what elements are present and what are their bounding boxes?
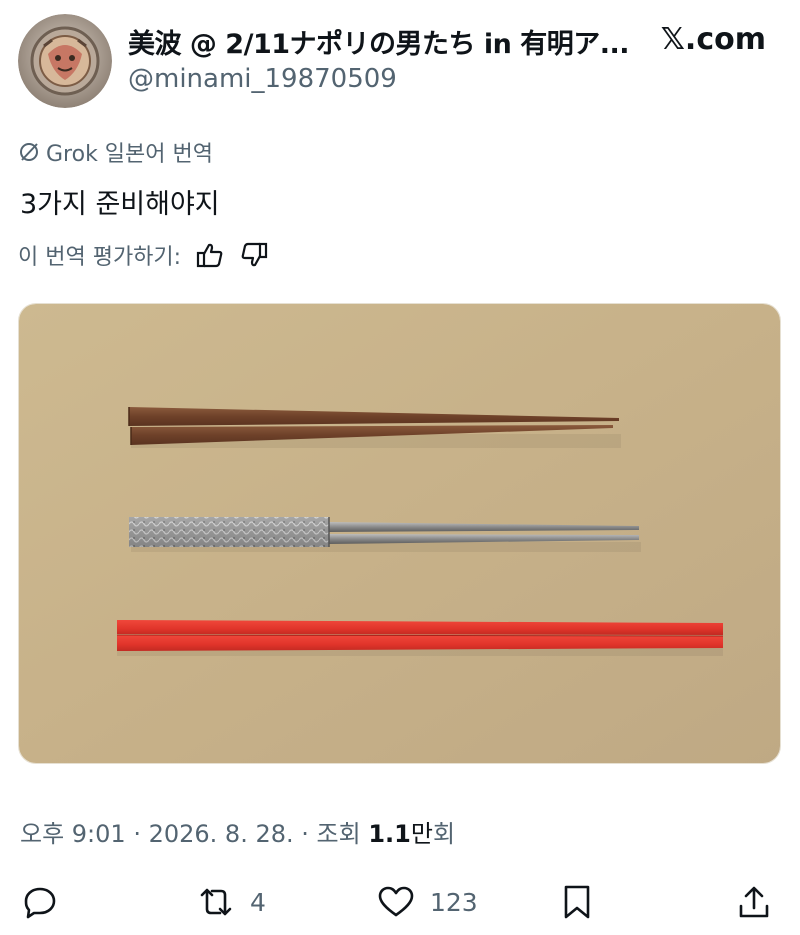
retweet-icon (200, 888, 232, 916)
bookmark-icon (564, 885, 590, 919)
like-button[interactable]: 123 (376, 876, 478, 928)
x-brand-logo: 𝕏.com (661, 22, 766, 57)
avatar-manhole-cover-icon (18, 14, 112, 108)
author-avatar[interactable] (18, 14, 112, 108)
grok-icon (20, 143, 38, 161)
views-prefix: 조회 (316, 820, 361, 848)
heart-icon (378, 886, 414, 917)
views-unit: 만 (410, 820, 433, 848)
rate-translation-row: 이 번역 평가하기: (18, 239, 269, 271)
share-button[interactable] (736, 876, 772, 928)
reply-button[interactable] (22, 876, 72, 928)
red-chopsticks (116, 620, 724, 651)
thumbs-down-button[interactable] (239, 241, 269, 269)
thumbs-up-button[interactable] (195, 241, 225, 269)
retweet-count: 4 (250, 887, 266, 917)
tweet-photo[interactable] (18, 303, 781, 764)
rate-translation-label: 이 번역 평가하기: (18, 245, 182, 270)
tweet-time[interactable]: 오후 9:01 (20, 820, 126, 848)
bookmark-button[interactable] (560, 876, 608, 928)
thumbs-down-icon (241, 242, 268, 267)
chopsticks-photo-image (19, 304, 780, 763)
views-count: 1.1 (368, 820, 411, 848)
x-brand-label: 𝕏.com (660, 22, 766, 57)
views-suffix: 회 (432, 820, 456, 848)
author-display-name[interactable]: 美波 @ 2/11ナポリの男たち in 有明ア... (128, 22, 630, 61)
retweet-button[interactable]: 4 (196, 876, 266, 928)
tweet-meta: 오후 9:01 · 2026. 8. 28. · 조회 1.1만회 (20, 820, 456, 848)
reply-icon (24, 887, 56, 919)
thumbs-up-icon (196, 243, 223, 268)
author-handle[interactable]: @minami_19870509 (128, 64, 397, 94)
translation-source: Grok 일본어 번역 (18, 136, 213, 168)
tweet-date[interactable]: 2026. 8. 28. (149, 820, 294, 848)
like-count: 123 (430, 887, 478, 917)
tweet-actions: 4 123 (0, 876, 800, 928)
tweet-text: 3가지 준비해야지 (20, 189, 220, 220)
share-icon (739, 886, 769, 918)
translation-source-label: Grok 일본어 번역 (46, 142, 213, 167)
